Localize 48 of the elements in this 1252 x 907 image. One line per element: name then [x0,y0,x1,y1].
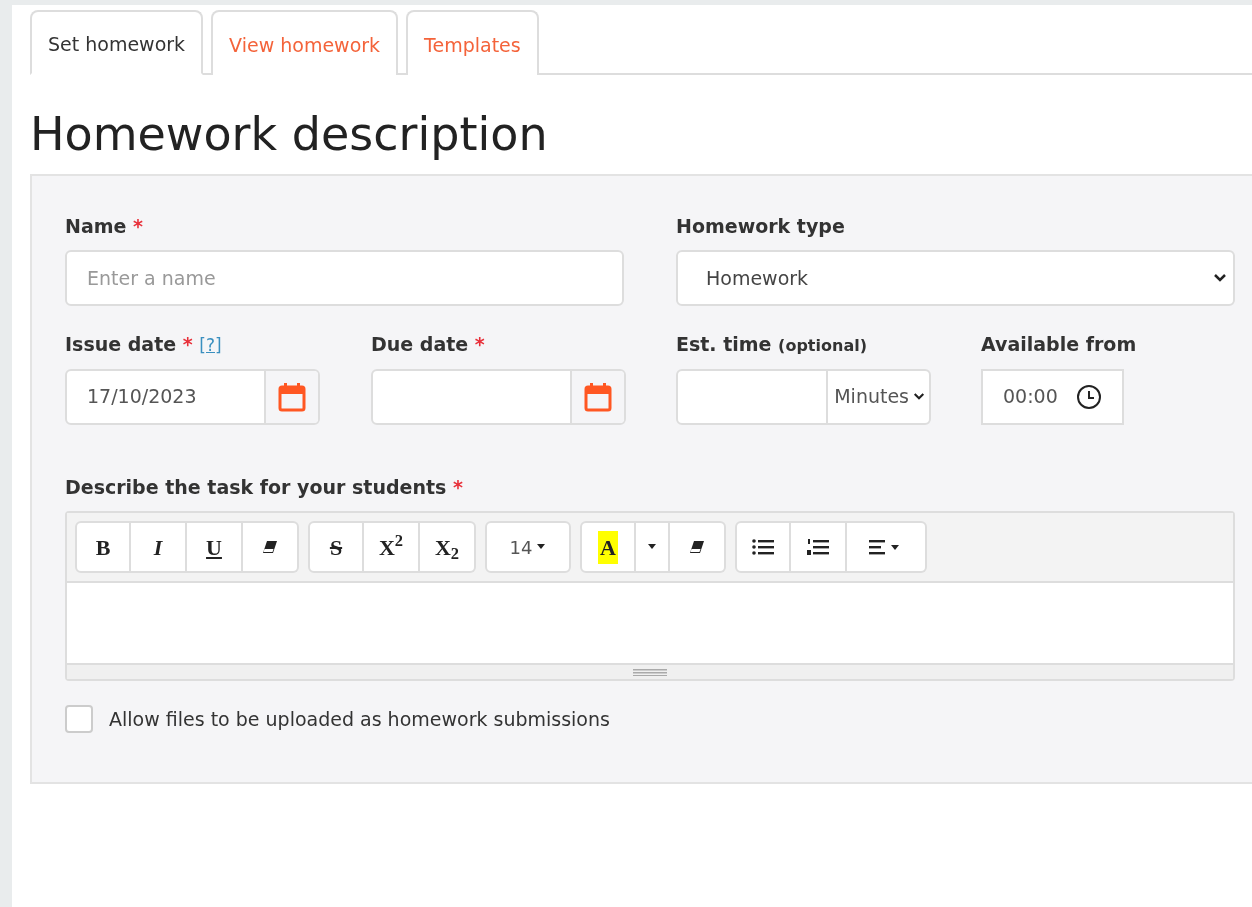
eraser-button[interactable] [670,521,726,574]
bulleted-list-icon [752,538,774,557]
field-label: Name [65,214,127,237]
font-size-dropdown[interactable]: 14 [485,521,571,574]
required-mark: * [474,333,485,356]
clock-icon [1075,383,1102,410]
resize-grip-icon[interactable] [633,668,667,677]
bullets-button[interactable] [735,521,791,574]
caret-icon [647,544,657,551]
estimated-time-field[interactable]: Minutes [676,368,931,425]
field-label: Available from [981,333,1137,356]
date-field[interactable] [371,368,626,425]
chevron-down-icon [913,392,925,402]
highlight-button[interactable]: A [580,521,636,574]
tab[interactable]: Set homework [30,10,204,75]
strikethrough-button[interactable]: S [308,521,364,574]
underline-button[interactable]: U [187,521,243,574]
align-button[interactable] [847,521,927,574]
caret-icon [536,544,547,551]
checkbox-label: Allow files to be uploaded as homework submissions [109,707,610,733]
time-field[interactable]: 00:00 [981,368,1124,425]
homework-type-select[interactable]: Homework [676,250,1235,307]
subscript-button[interactable]: X$_{2}$ [420,521,476,574]
required-mark: * [133,214,143,237]
field-label: Describe the task for your students [65,475,447,498]
chevron-down-icon [1213,273,1227,284]
numbers-button[interactable] [791,521,847,574]
page-heading: Homework description [30,106,549,162]
calendar-icon[interactable] [277,380,307,413]
name-field[interactable]: Enter a name [65,250,624,307]
required-mark: * [453,475,463,498]
eraser-icon [688,539,706,556]
field-label: Homework type [676,214,845,237]
checkbox[interactable] [65,705,93,734]
field-label: Due date [371,333,469,356]
superscript-button[interactable]: X$^{2}$ [364,521,420,574]
calendar-icon[interactable] [583,380,613,413]
required-mark: * [182,333,193,356]
rich-text-editor[interactable]: B I U S X$^{2}$ X$_{2}$ 14 A [65,511,1235,682]
field-label: Issue date [65,333,177,356]
field-label: Est. time [676,333,772,356]
eraser-icon [261,539,279,556]
date-field[interactable]: 17/10/2023 [65,368,320,425]
italic-button[interactable]: I [131,521,187,574]
bold-button[interactable]: B [75,521,131,574]
numbered-list-icon [807,538,829,557]
optional-hint: (optional) [778,336,867,356]
eraser-button[interactable] [243,521,299,574]
